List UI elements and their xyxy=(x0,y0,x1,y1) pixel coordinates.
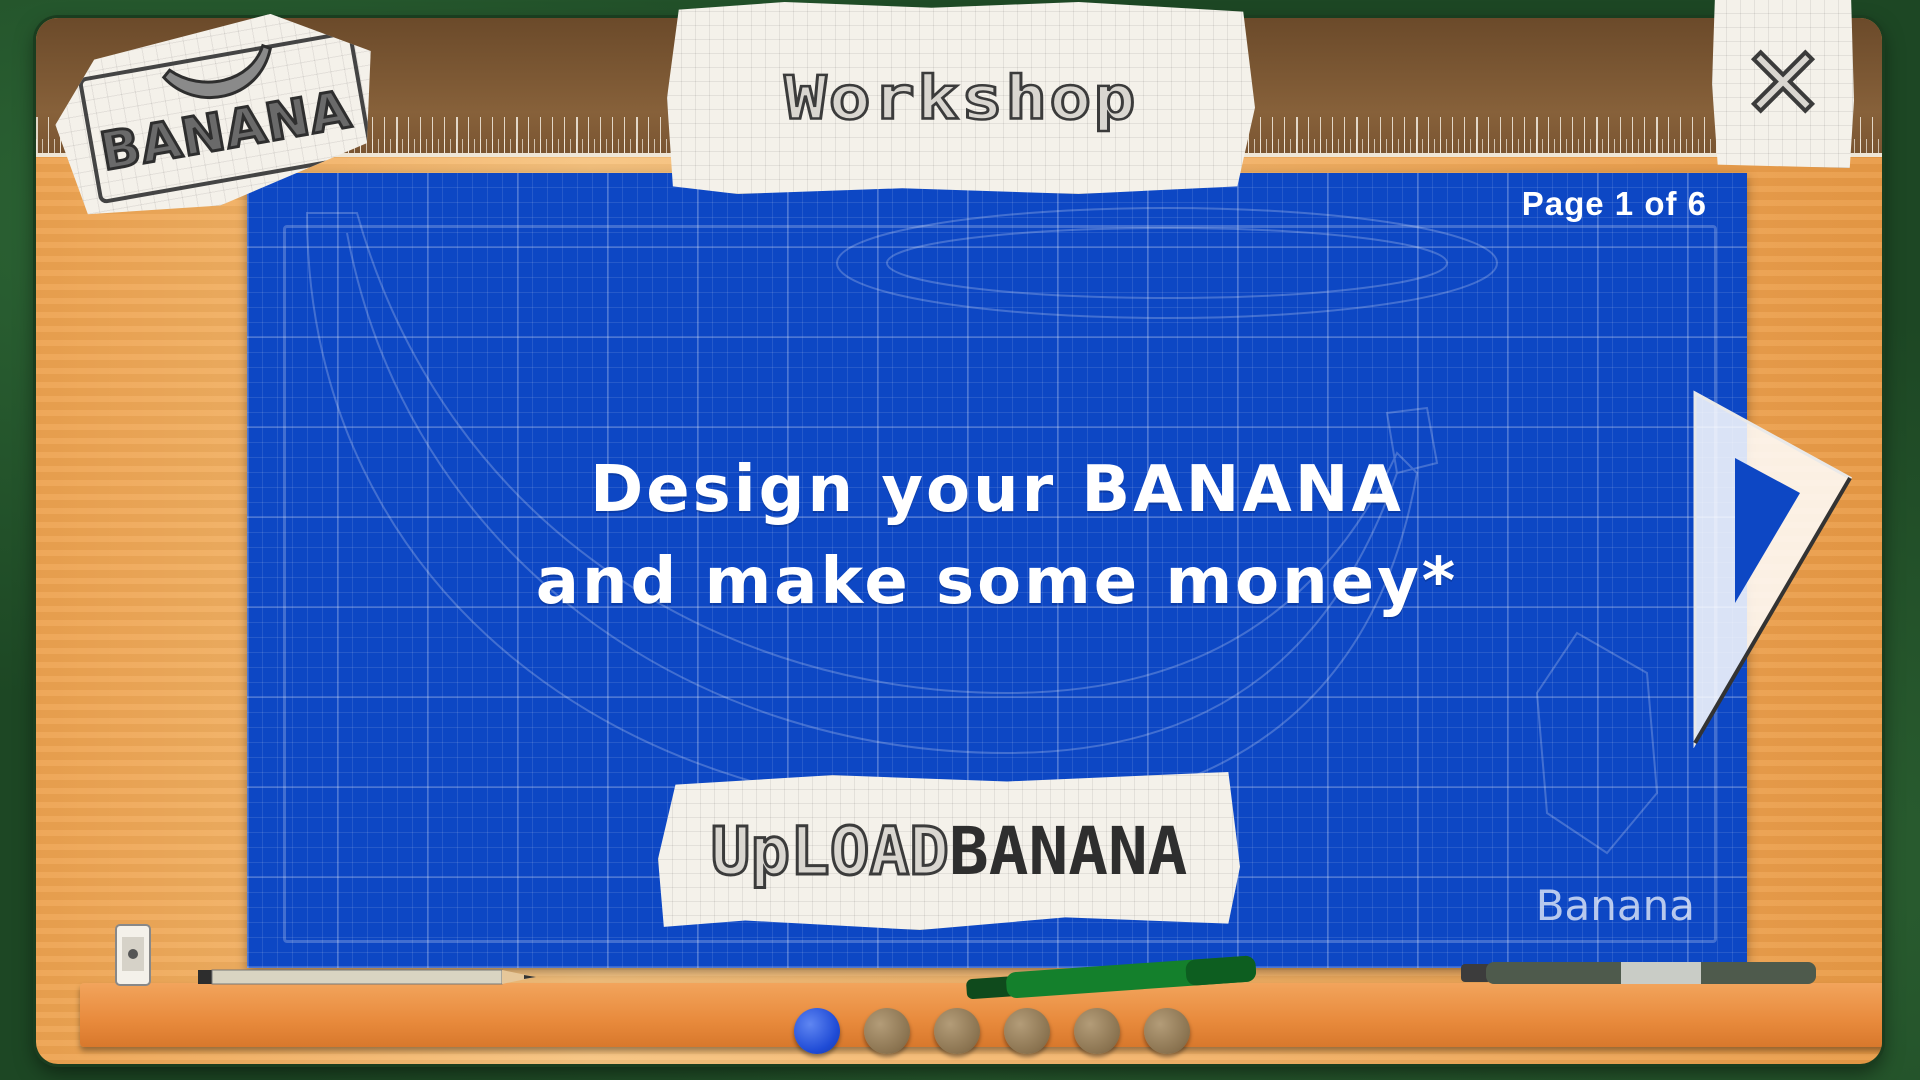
banana-watermark: Banana xyxy=(1535,881,1695,930)
page-dot-6[interactable] xyxy=(1144,1008,1190,1054)
headline-line-1: Design your BANANA xyxy=(590,453,1404,527)
upload-banana-button[interactable]: UpLOAD BANANA xyxy=(658,772,1240,930)
sharpener-icon xyxy=(115,924,151,986)
green-marker-icon xyxy=(966,955,1257,999)
upload-button-label-part1: UpLOAD xyxy=(709,811,950,891)
close-button[interactable]: ✕ xyxy=(1712,0,1854,168)
pagination-dots xyxy=(794,1008,1190,1054)
page-dot-4[interactable] xyxy=(1004,1008,1050,1054)
page-dot-2[interactable] xyxy=(864,1008,910,1054)
close-icon: ✕ xyxy=(1739,25,1827,142)
page-dot-1[interactable] xyxy=(794,1008,840,1054)
page-indicator: Page 1 of 6 xyxy=(1521,185,1707,222)
workshop-title-text: Workshop xyxy=(783,62,1138,134)
headline-line-2: and make some money* xyxy=(535,545,1459,619)
page-dot-5[interactable] xyxy=(1074,1008,1120,1054)
gray-marker-icon xyxy=(1461,962,1816,984)
page-dot-3[interactable] xyxy=(934,1008,980,1054)
pencil-icon xyxy=(198,969,536,985)
set-square-icon xyxy=(1693,390,1853,748)
workshop-title-banner: Workshop xyxy=(667,2,1255,194)
upload-button-label-part2: BANANA xyxy=(949,812,1188,890)
